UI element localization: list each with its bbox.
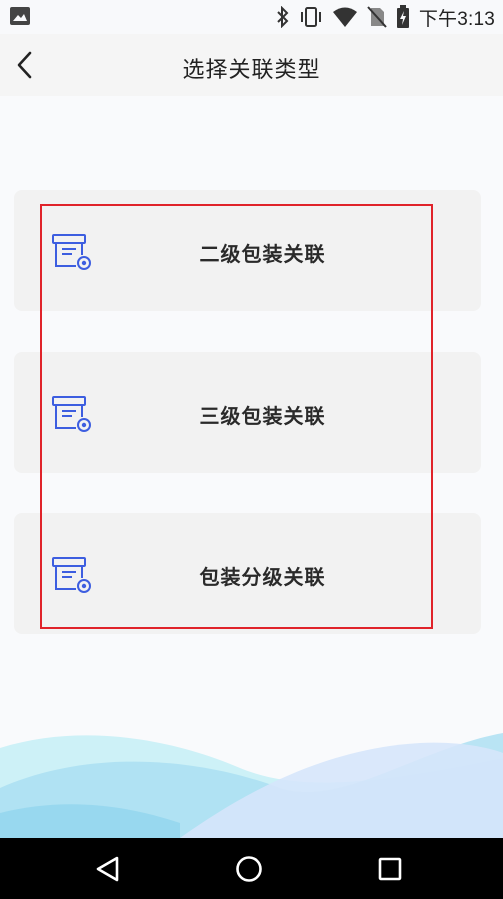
- image-icon: [10, 7, 30, 25]
- status-time: 下午3:13: [418, 8, 495, 30]
- recents-square-icon[interactable]: [375, 854, 405, 884]
- card-secondary-package-link[interactable]: 二级包装关联: [14, 190, 481, 311]
- system-nav-bar: [0, 838, 503, 899]
- no-sim-icon: [367, 6, 387, 28]
- home-circle-icon[interactable]: [234, 854, 264, 884]
- vibrate-icon: [299, 6, 323, 28]
- back-triangle-icon[interactable]: [93, 854, 123, 884]
- bluetooth-icon: [276, 6, 290, 28]
- status-bar: 下午3:13: [0, 0, 503, 34]
- main-content: 二级包装关联 三级包装关联 包装分级关联: [0, 96, 503, 838]
- wifi-icon: [332, 6, 358, 28]
- page-title: 选择关联类型: [182, 58, 321, 83]
- card-label: 三级包装关联: [199, 404, 326, 428]
- card-package-hierarchy-link[interactable]: 包装分级关联: [14, 513, 481, 634]
- background-wave: [0, 733, 503, 838]
- card-tertiary-package-link[interactable]: 三级包装关联: [14, 352, 481, 473]
- card-label: 包装分级关联: [199, 565, 326, 589]
- battery-icon: [396, 5, 410, 29]
- card-label: 二级包装关联: [199, 242, 326, 266]
- title-bar: 选择关联类型: [0, 34, 503, 96]
